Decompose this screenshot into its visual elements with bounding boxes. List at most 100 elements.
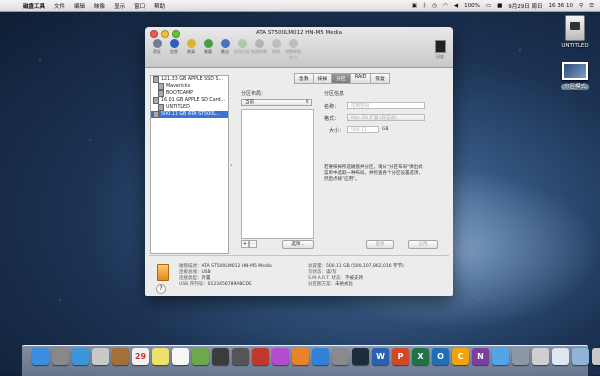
revert-button[interactable]: 复原: [366, 240, 394, 249]
menu-app[interactable]: 磁盘工具: [23, 2, 45, 10]
menu-edit[interactable]: 编辑: [74, 2, 85, 10]
toolbar-button-microscope[interactable]: 验证: [149, 39, 165, 61]
menu-file[interactable]: 文件: [54, 2, 65, 10]
desktop-screenshot-file[interactable]: 分区模式: [554, 62, 596, 90]
powerpoint-icon[interactable]: P: [392, 348, 409, 365]
appstore-icon[interactable]: [312, 348, 329, 365]
volume-icon: [158, 104, 164, 111]
menu-help[interactable]: 帮助: [154, 2, 165, 10]
tab-1[interactable]: 抹掉: [312, 73, 332, 84]
disk-list-item[interactable]: 16.01 GB APPLE SD Card...: [151, 97, 228, 104]
wifi-icon[interactable]: ◠: [443, 3, 448, 9]
battery-percent[interactable]: 100%: [464, 3, 480, 9]
desktop-drive-untitled[interactable]: UNTITLED: [554, 15, 596, 49]
safari-icon[interactable]: [72, 348, 89, 365]
disk-list-label: UNTITLED: [166, 105, 190, 110]
tab-3[interactable]: RAID: [349, 73, 371, 84]
help-button[interactable]: ?: [156, 284, 166, 294]
disk-list-label: Mavericks: [166, 84, 191, 89]
messages-icon[interactable]: [492, 348, 509, 365]
disk-list-item[interactable]: UNTITLED: [151, 104, 228, 111]
toolbar-button-eject[interactable]: 推出: [217, 39, 233, 61]
itunes-icon[interactable]: [272, 348, 289, 365]
info-value: 不被支持: [345, 276, 364, 281]
reminders-icon[interactable]: [172, 348, 189, 365]
remove-partition-button[interactable]: −: [249, 240, 257, 248]
toolbar-label: 验证: [153, 49, 161, 54]
toolbar-button-burn[interactable]: 刻录: [183, 39, 199, 61]
partition-layout-view[interactable]: [241, 109, 314, 239]
mail-icon[interactable]: [92, 348, 109, 365]
ibooks-icon[interactable]: [292, 348, 309, 365]
partition-name-input[interactable]: 可用空间: [347, 102, 425, 109]
disk-utility-window: ATA ST500LM012 HN-M5 Media 验证 信息 刻录 装载 推出 启用日…: [145, 27, 453, 296]
photo-icon[interactable]: [252, 348, 269, 365]
downloads-folder-icon[interactable]: [572, 348, 589, 365]
preview-icon[interactable]: [532, 348, 549, 365]
trash-icon[interactable]: [592, 348, 600, 365]
onenote-icon[interactable]: N: [472, 348, 489, 365]
menu-view[interactable]: 显示: [114, 2, 125, 10]
volume-icon[interactable]: ◀: [454, 3, 458, 9]
partition-info-label: 分区信息: [324, 91, 345, 97]
system-preferences-icon[interactable]: [332, 348, 349, 365]
apply-button[interactable]: 应用: [408, 240, 438, 249]
toolbar-button-resize[interactable]: 调整映像大小: [285, 39, 301, 61]
toolbar-label: 推出: [221, 49, 229, 54]
disk-list-item[interactable]: 500.11 GB ATA ST500L...: [151, 111, 228, 118]
tab-4[interactable]: 恢复: [370, 73, 390, 84]
excel-icon[interactable]: X: [412, 348, 429, 365]
toolbar-button-info[interactable]: 信息: [166, 39, 182, 61]
documents-folder-icon[interactable]: [552, 348, 569, 365]
usb-status-icon[interactable]: ▣: [412, 3, 417, 9]
outlook-icon[interactable]: O: [432, 348, 449, 365]
menubar-date[interactable]: 9月29日 周日: [508, 2, 542, 10]
disk-icon: [153, 76, 159, 83]
options-button[interactable]: 选项...: [282, 240, 314, 249]
battery-icon[interactable]: ▭: [486, 3, 491, 9]
time-machine-icon[interactable]: ◷: [432, 3, 437, 9]
eject-icon: [220, 39, 230, 48]
partition-layout-popup[interactable]: 当前 ⇕: [241, 99, 312, 106]
lync-icon[interactable]: C: [452, 348, 469, 365]
tab-2[interactable]: 分区: [331, 73, 350, 84]
toolbar-button-journal[interactable]: 启用日志: [234, 39, 250, 61]
info-key: 分区图方案：: [308, 282, 335, 287]
menu-image[interactable]: 映像: [94, 2, 105, 10]
format-popup[interactable]: Mac OS 扩展 (日志式): [347, 114, 425, 121]
info-value: USB: [201, 270, 211, 275]
word-icon[interactable]: W: [372, 348, 389, 365]
tab-0[interactable]: 急救: [294, 73, 313, 84]
toolbar-button-convert[interactable]: 转换: [268, 39, 284, 61]
disk-list[interactable]: 121.33 GB APPLE SSD S... Mavericks BOOTCAM…: [150, 75, 229, 254]
partition-size-input[interactable]: 500.11: [347, 126, 379, 133]
maps-icon[interactable]: [192, 348, 209, 365]
log-button[interactable]: 日志: [433, 40, 447, 60]
facetime-icon[interactable]: [232, 348, 249, 365]
disk-list-item[interactable]: Mavericks: [151, 83, 228, 90]
notification-center-icon[interactable]: ☰: [589, 3, 594, 9]
finder-icon[interactable]: [32, 348, 49, 365]
disk-list-label: 500.11 GB ATA ST500L...: [161, 112, 221, 117]
calendar-icon[interactable]: 29: [132, 348, 149, 365]
volume-icon: [158, 90, 164, 97]
photoshop-icon[interactable]: [352, 348, 369, 365]
disk-list-item[interactable]: BOOTCAMP: [151, 90, 228, 97]
disk-utility-icon[interactable]: [512, 348, 529, 365]
contacts-icon[interactable]: [112, 348, 129, 365]
bluetooth-icon[interactable]: ᛒ: [423, 3, 426, 9]
partition-layout-value: 当前: [245, 100, 254, 105]
photobooth-icon[interactable]: [212, 348, 229, 365]
menu-window[interactable]: 窗口: [134, 2, 145, 10]
desktop-icon-label: UNTITLED: [561, 43, 589, 49]
toolbar-button-mount[interactable]: 装载: [200, 39, 216, 61]
input-flag-icon[interactable]: ■: [497, 3, 502, 9]
spotlight-icon[interactable]: ⚲: [579, 3, 583, 9]
add-partition-button[interactable]: +: [241, 240, 249, 248]
disk-list-item[interactable]: 121.33 GB APPLE SSD S...: [151, 76, 228, 83]
notes-icon[interactable]: [152, 348, 169, 365]
launchpad-icon[interactable]: [52, 348, 69, 365]
toolbar-button-new-image[interactable]: 新建映像: [251, 39, 267, 61]
menubar-clock[interactable]: 16 36 10: [549, 3, 574, 9]
splitter-handle[interactable]: •: [230, 163, 233, 169]
